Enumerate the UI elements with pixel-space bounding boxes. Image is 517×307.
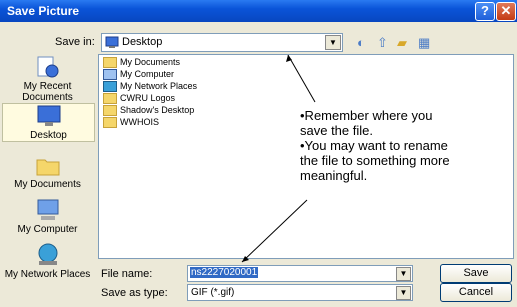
save-type-select[interactable]: GIF (*.gif) ▼	[187, 284, 413, 301]
chevron-down-icon[interactable]: ▼	[396, 267, 411, 281]
file-name-input[interactable]: ns2227020001 ▼	[187, 265, 413, 282]
save-picture-dialog: Save Picture ? ✕ Save in: Desktop ▼ ◐ ⇧ …	[0, 0, 517, 307]
arrow-to-save-in	[287, 54, 316, 103]
file-name-label: File name:	[101, 268, 153, 280]
annotation-note: •Remember where you save the file. •You …	[300, 108, 450, 183]
save-type-value: GIF (*.gif)	[191, 287, 235, 298]
cancel-button[interactable]: Cancel	[440, 283, 512, 302]
arrow-to-file-name	[241, 199, 308, 263]
chevron-down-icon[interactable]: ▼	[396, 286, 411, 300]
save-type-label: Save as type:	[101, 287, 168, 299]
save-button[interactable]: Save	[440, 264, 512, 283]
file-name-value: ns2227020001	[190, 267, 259, 278]
